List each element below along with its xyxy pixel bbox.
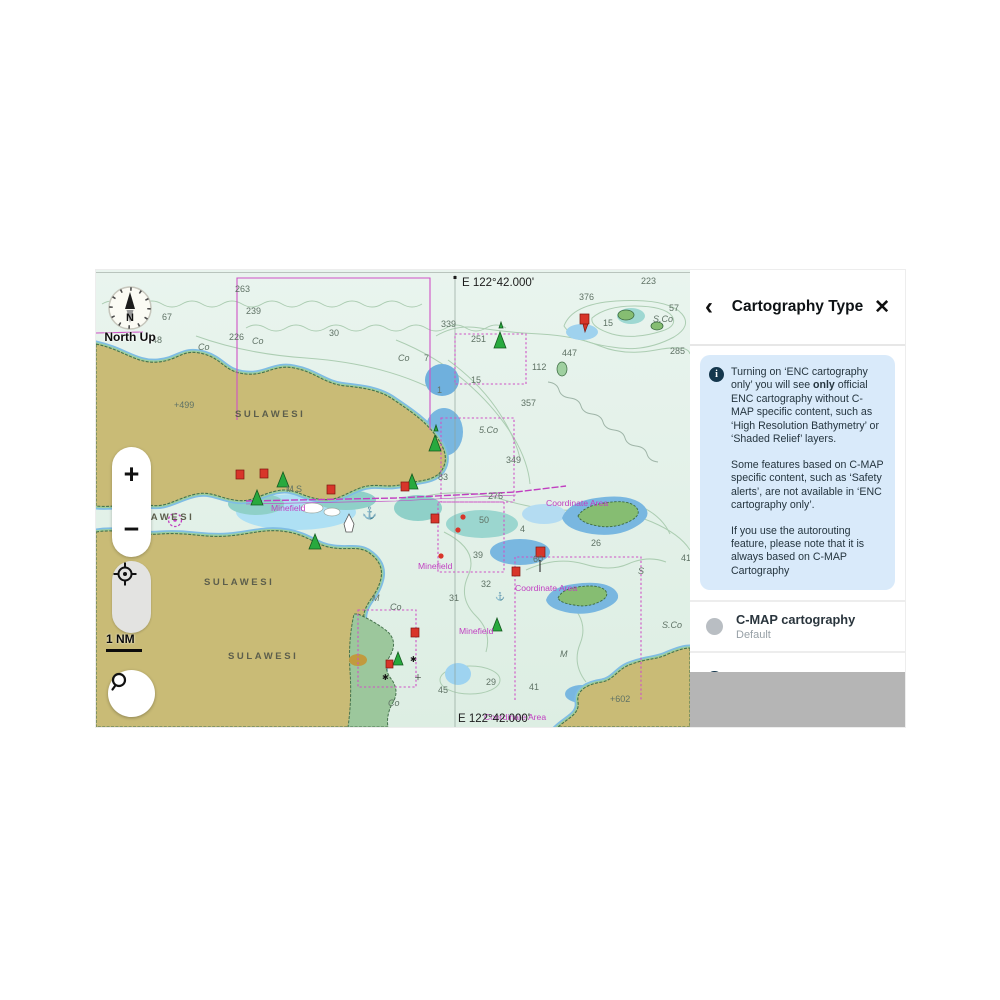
depth-sounding: 41 bbox=[529, 682, 539, 692]
nautical-chart-map[interactable]: ✱✱＋ ⚓ ⚓ 67 239 263 226 48 30 7 339 251 bbox=[96, 270, 690, 727]
panel-header: ‹ Cartography Type ✕ bbox=[690, 270, 905, 346]
svg-text:⚓: ⚓ bbox=[495, 591, 505, 601]
search-button[interactable] bbox=[108, 670, 155, 717]
panel-title: Cartography Type bbox=[727, 298, 868, 316]
depth-sounding: 26 bbox=[591, 538, 601, 548]
chart-canvas: ✱✱＋ ⚓ ⚓ 67 239 263 226 48 30 7 339 251 bbox=[96, 270, 690, 727]
depth-sounding: 226 bbox=[229, 332, 244, 342]
depth-sounding: 339 bbox=[441, 319, 456, 329]
minefield-label: Minefield bbox=[418, 561, 453, 571]
depth-sounding: 57 bbox=[669, 303, 679, 313]
info-paragraph-1: Turning on ‘ENC cartography only’ you wi… bbox=[731, 366, 885, 447]
chartplotter-screen: ✱✱＋ ⚓ ⚓ 67 239 263 226 48 30 7 339 251 bbox=[96, 270, 905, 727]
depth-sounding: 239 bbox=[246, 306, 261, 316]
depth-sounding: 349 bbox=[506, 455, 521, 465]
zoom-controls: + − bbox=[112, 447, 151, 557]
info-paragraph-2: Some features based on C-MAP specific co… bbox=[731, 459, 885, 513]
place-label-sulawesi: SULAWESI bbox=[204, 577, 274, 588]
depth-sounding: S.Co bbox=[653, 314, 673, 324]
option-cmap-cartography[interactable]: C-MAP cartography Default bbox=[690, 600, 905, 651]
depth-sounding: 5.Co bbox=[479, 425, 498, 435]
depth-sounding: 447 bbox=[562, 348, 577, 358]
svg-text:＋: ＋ bbox=[414, 673, 422, 682]
depth-sounding: 4 bbox=[520, 524, 525, 534]
depth-sounding: 276 bbox=[488, 491, 503, 501]
depth-sounding: 60 bbox=[533, 554, 543, 564]
depth-sounding: 376 bbox=[579, 292, 594, 302]
info-icon: i bbox=[709, 367, 724, 382]
coordinate-area-label: Coordinate Area bbox=[546, 498, 608, 508]
info-text: Turning on ‘ENC cartography only’ you wi… bbox=[731, 366, 885, 578]
depth-sounding: 112 bbox=[532, 362, 546, 372]
depth-sounding: Co bbox=[398, 353, 410, 363]
search-icon bbox=[108, 670, 132, 694]
anchorage-symbol: ⚓ bbox=[362, 506, 377, 520]
depth-sounding: 31 bbox=[449, 593, 459, 603]
depth-sounding: 263 bbox=[235, 284, 250, 294]
depth-sounding: 15 bbox=[471, 375, 481, 385]
locate-button[interactable] bbox=[112, 561, 151, 633]
back-button[interactable]: ‹ bbox=[705, 295, 727, 319]
depth-sounding: 39 bbox=[473, 550, 483, 560]
info-bold-only: only bbox=[813, 379, 835, 391]
place-label-sulawesi: SULAWESI bbox=[235, 409, 305, 420]
depth-sounding: 1 bbox=[437, 385, 442, 395]
depth-sounding: Co bbox=[252, 336, 264, 346]
option-cmap-sublabel: Default bbox=[736, 628, 855, 643]
orientation-label: North Up bbox=[102, 330, 158, 344]
scale-label: 1 NM bbox=[106, 632, 135, 646]
depth-sounding: 41 bbox=[681, 553, 690, 563]
depth-sounding: +602 bbox=[610, 694, 630, 704]
minefield-label: Minefield bbox=[271, 503, 306, 513]
track-label: M S bbox=[286, 484, 302, 494]
scale-bar bbox=[106, 649, 142, 652]
depth-sounding: 50 bbox=[479, 515, 489, 525]
coordinate-area-label: Coordinate Area bbox=[515, 583, 577, 593]
depth-sounding: 83 bbox=[438, 472, 448, 482]
depth-sounding: 67 bbox=[162, 312, 172, 322]
zoom-in-button[interactable]: + bbox=[112, 447, 151, 502]
depth-sounding: M bbox=[372, 593, 380, 603]
zoom-out-button[interactable]: − bbox=[112, 502, 151, 557]
depth-sounding: +499 bbox=[174, 400, 194, 410]
place-label-sulawesi: SULAWESI bbox=[228, 651, 298, 662]
depth-sounding: Co bbox=[388, 698, 400, 708]
depth-sounding: S bbox=[638, 566, 644, 576]
cartography-type-panel: ‹ Cartography Type ✕ i Turning on ‘ENC c… bbox=[690, 270, 905, 727]
map-scale: 1 NM bbox=[106, 632, 142, 652]
info-box: i Turning on ‘ENC cartography only’ you … bbox=[700, 355, 895, 590]
depth-sounding: 30 bbox=[329, 328, 339, 338]
meridian-label-top: E 122°42.000' bbox=[462, 277, 534, 289]
close-button[interactable]: ✕ bbox=[868, 296, 890, 319]
depth-sounding: 357 bbox=[521, 398, 536, 408]
minefield-label: Minefield bbox=[459, 626, 494, 636]
depth-sounding: 32 bbox=[481, 579, 491, 589]
svg-text:✱: ✱ bbox=[382, 673, 389, 682]
gps-target-icon bbox=[112, 561, 138, 587]
depth-sounding: Co bbox=[390, 602, 402, 612]
panel-footer-gray bbox=[690, 672, 905, 727]
radio-unselected[interactable] bbox=[706, 618, 723, 635]
svg-text:✱: ✱ bbox=[410, 655, 417, 664]
depth-sounding: M bbox=[560, 649, 568, 659]
depth-sounding: 285 bbox=[670, 346, 685, 356]
option-cmap-label: C-MAP cartography bbox=[736, 611, 855, 628]
depth-sounding: 223 bbox=[641, 276, 656, 286]
depth-sounding: S.Co bbox=[662, 620, 682, 630]
depth-sounding: Co bbox=[198, 342, 210, 352]
compass-rose[interactable]: N bbox=[106, 284, 154, 332]
meridian-label-bottom: E 122°42.000' bbox=[458, 713, 530, 725]
depth-sounding: 15 bbox=[603, 318, 613, 328]
option-cmap-labels: C-MAP cartography Default bbox=[736, 611, 855, 643]
depth-sounding: 251 bbox=[471, 334, 486, 344]
depth-sounding: 45 bbox=[438, 685, 448, 695]
depth-sounding: 7 bbox=[424, 353, 429, 363]
compass-n-label: N bbox=[126, 312, 134, 324]
depth-sounding: 29 bbox=[486, 677, 496, 687]
info-paragraph-3: If you use the autorouting feature, plea… bbox=[731, 525, 885, 579]
